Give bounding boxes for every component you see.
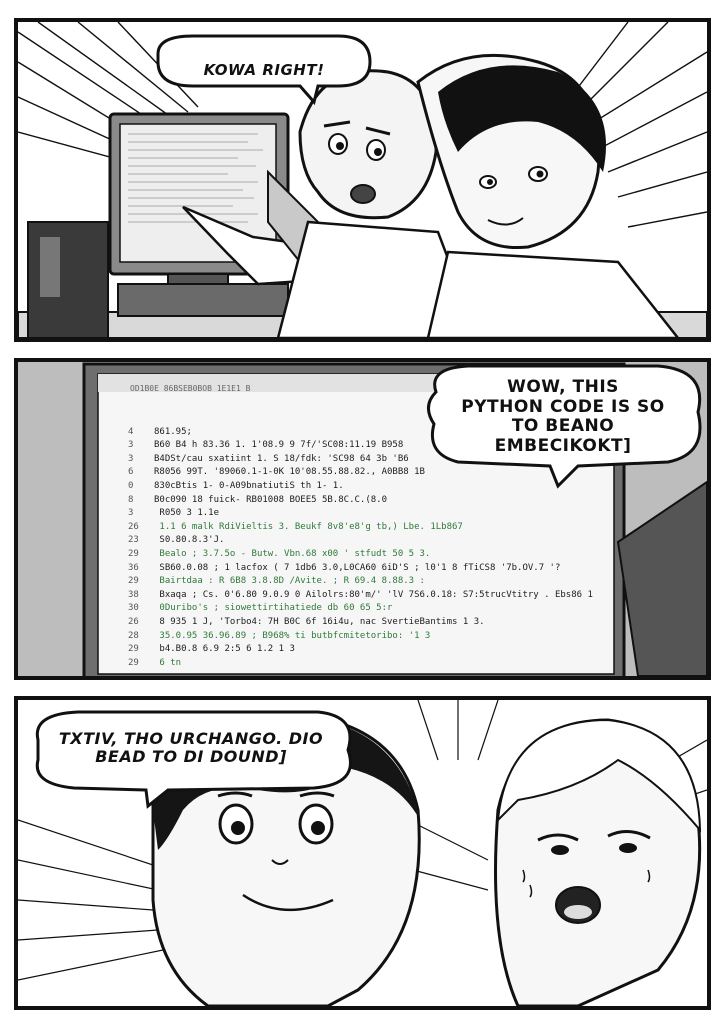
speech-text-3: TXTIV, THO URCHANGO. DIO BEAD TO DI DOUN… bbox=[46, 729, 336, 767]
line-number: 38 bbox=[128, 589, 139, 600]
panel-1-artwork bbox=[18, 22, 707, 338]
code-text: S0.80.8.3'J. bbox=[154, 535, 225, 546]
speech-line: PYTHON CODE IS SO bbox=[461, 396, 665, 417]
code-text: 830cBtis 1- 0-A09bnatiutiS th 1- 1. bbox=[154, 480, 344, 491]
code-line: 29 Bairtdaa : R 6B8 3.8.8D /Avite. ; R 6… bbox=[128, 575, 598, 589]
line-number: 29 bbox=[128, 644, 139, 655]
code-text: 0Duribo's ; siowettirtihatiede db 60 65 … bbox=[154, 603, 393, 614]
speech-line: TO BEANO bbox=[511, 416, 615, 437]
code-line: 26 1.1 6 malk RdiVieltis 3. Beukf 8v8'e8… bbox=[128, 521, 598, 535]
speech-line: EMBECIKOKT] bbox=[494, 435, 632, 456]
code-text: 1.1 6 malk RdiVieltis 3. Beukf 8v8'e8'g … bbox=[154, 521, 463, 532]
line-number: 30 bbox=[128, 603, 139, 614]
line-number: 28 bbox=[128, 630, 139, 641]
line-number: 8 bbox=[128, 494, 134, 505]
line-number: 29 bbox=[128, 657, 139, 668]
speech-text-2: WOW, THIS PYTHON CODE IS SO TO BEANO EMB… bbox=[448, 377, 678, 456]
code-text: R050 3 1.1e bbox=[154, 508, 220, 519]
code-text: 35.0.95 36.96.89 ; B968% ti butbfcmiteto… bbox=[154, 630, 431, 641]
panel-2: OD1B0E 86BSEB0BOB 1E1E1 B 4 861.95; 3 B60 B… bbox=[14, 358, 711, 680]
line-number: 29 bbox=[128, 548, 139, 559]
code-text: Bairtdaa : R 6B8 3.8.8D /Avite. ; R 69.4… bbox=[154, 576, 425, 587]
code-line: 29 6 tn bbox=[128, 657, 598, 671]
code-line: 23 S0.80.8.3'J. bbox=[128, 534, 598, 548]
code-text: 861.95; bbox=[154, 426, 192, 437]
panel-3: TXTIV, THO URCHANGO. DIO BEAD TO DI DOUN… bbox=[14, 696, 711, 1010]
line-number: 0 bbox=[128, 480, 134, 491]
code-text: B60 B4 h 83.36 1. 1'08.9 9 7f/'SC08:11.1… bbox=[154, 440, 404, 451]
code-line: 3 R050 3 1.1e bbox=[128, 507, 598, 521]
line-number: 3 bbox=[128, 440, 134, 451]
code-text: B0c090 18 fuick- RB01008 BOEE5 5B.8C.C.(… bbox=[154, 494, 387, 505]
code-text: b4.B0.8 6.9 2:5 6 1.2 1 3 bbox=[154, 644, 295, 655]
code-line: 28 35.0.95 36.96.89 ; B968% ti butbfcmit… bbox=[128, 630, 598, 644]
speech-text-1: KOWA RIGHT! bbox=[203, 61, 325, 79]
line-number: 23 bbox=[128, 535, 139, 546]
code-text: Bxaqa ; Cs. 0'6.80 9.0.9 0 Ailolrs:80'm/… bbox=[154, 589, 598, 600]
code-text: SB60.0.08 ; 1 lacfox ( 7 1db6 3.0,L0CA60… bbox=[154, 562, 561, 573]
line-number: 6 bbox=[128, 467, 134, 478]
line-number: 36 bbox=[128, 562, 139, 573]
line-number: 4 bbox=[128, 426, 134, 437]
code-line: 6 R8056 99T. '89060.1-1-0K 10'08.55.88.82… bbox=[128, 466, 598, 480]
code-line: 0 830cBtis 1- 0-A09bnatiutiS th 1- 1. bbox=[128, 480, 598, 494]
code-line: 26 8 935 1 J, 'Torbo4: 7H B0C 6f 16i4u, … bbox=[128, 616, 598, 630]
code-text: 6 tn bbox=[154, 657, 182, 668]
character-dark-hair bbox=[416, 53, 680, 338]
code-line: 29 Bealo ; 3.7.5o - Butw. Vbn.68 x00 ' s… bbox=[128, 548, 598, 562]
code-line: 38 Bxaqa ; Cs. 0'6.80 9.0.9 0 Ailolrs:80… bbox=[128, 589, 598, 603]
code-text: 8 935 1 J, 'Torbo4: 7H B0C 6f 16i4u, nac… bbox=[154, 616, 485, 627]
line-number: 3 bbox=[128, 508, 134, 519]
code-text: B4DSt/cau sxatiint 1. S 18/fdk: 'SC98 64… bbox=[154, 453, 409, 464]
code-text: R8056 99T. '89060.1-1-0K 10'08.55.88.82.… bbox=[154, 467, 425, 478]
line-number: 26 bbox=[128, 521, 139, 532]
speech-line: TXTIV, THO URCHANGO. DIO bbox=[58, 729, 324, 748]
code-line: 30 0Duribo's ; siowettirtihatiede db 60 … bbox=[128, 602, 598, 616]
code-line: 36 SB60.0.08 ; 1 lacfox ( 7 1db6 3.0,L0C… bbox=[128, 562, 598, 576]
code-text: Bealo ; 3.7.5o - Butw. Vbn.68 x00 ' stfu… bbox=[154, 548, 431, 559]
code-header: OD1B0E 86BSEB0BOB 1E1E1 B bbox=[130, 384, 251, 393]
panel-1: KOWA RIGHT! bbox=[14, 18, 711, 342]
character-girl bbox=[494, 718, 702, 1006]
speech-line: WOW, THIS bbox=[507, 377, 619, 397]
speech-line: BEAD TO DI DOUND] bbox=[95, 747, 287, 767]
code-line: 8 B0c090 18 fuick- RB01008 BOEE5 5B.8C.C.… bbox=[128, 494, 598, 508]
code-line: 29 b4.B0.8 6.9 2:5 6 1.2 1 3 bbox=[128, 643, 598, 657]
line-number: 26 bbox=[128, 616, 139, 627]
line-number: 3 bbox=[128, 453, 134, 464]
line-number: 29 bbox=[128, 576, 139, 587]
